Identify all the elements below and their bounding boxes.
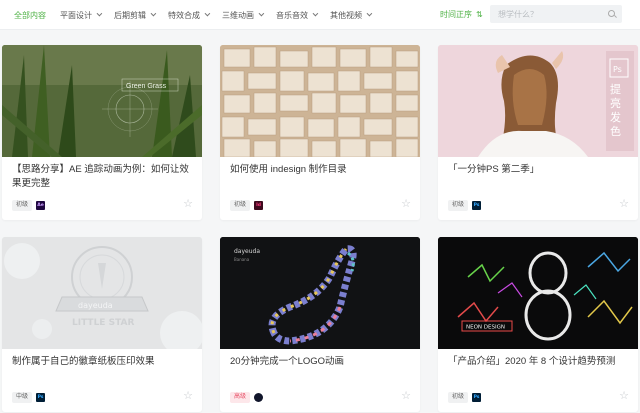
nav-item-music-sfx[interactable]: 音乐音效 xyxy=(276,10,319,21)
category-nav: 全部内容 平面设计 后期剪辑 特效合成 三维动画 音乐音效 其他视频 xyxy=(14,0,384,30)
logo-animation-image: dayeuda Banana xyxy=(220,237,420,349)
chevron-down-icon xyxy=(96,10,103,17)
svg-text:LITTLE STAR: LITTLE STAR xyxy=(72,318,134,328)
photoshop-icon: Ps xyxy=(472,392,482,402)
course-card[interactable]: dayeuda Banana 20分钟完成一个LOGO动画 高级 ☆ xyxy=(220,237,420,412)
thumb-caption: dayeuda xyxy=(234,248,260,255)
chevron-down-icon xyxy=(366,10,373,17)
books-pages-image xyxy=(220,45,420,157)
hair-woman-image: Ps 提 亮 发 色 xyxy=(438,45,638,157)
nav-item-all[interactable]: 全部内容 xyxy=(14,10,46,21)
sort-label: 时间正序 xyxy=(440,10,472,19)
indesign-icon: Id xyxy=(254,200,264,210)
level-badge: 高级 xyxy=(230,391,251,403)
course-thumbnail[interactable]: NEON DESIGN xyxy=(438,237,638,349)
chevron-down-icon xyxy=(204,10,211,17)
nav-item-vfx[interactable]: 特效合成 xyxy=(168,10,211,21)
course-thumbnail[interactable]: dayeuda LITTLE STAR xyxy=(2,237,202,349)
top-filter-bar: 全部内容 平面设计 后期剪辑 特效合成 三维动画 音乐音效 其他视频 时间正序 … xyxy=(0,0,640,30)
course-card[interactable]: NEON DESIGN 「产品介绍」2020 年 8 个设计趋势预测 初级 Ps… xyxy=(438,237,638,412)
course-meta: 初级 Ps xyxy=(448,391,482,403)
level-badge: 初级 xyxy=(448,199,469,211)
neon-design-image: NEON DESIGN xyxy=(438,237,638,349)
course-card[interactable]: dayeuda LITTLE STAR 制作属于自己的徽章纸板压印效果 中级 P… xyxy=(2,237,202,412)
grass-image: Green Grass xyxy=(2,45,202,157)
after-effects-icon: Ae xyxy=(36,200,46,210)
star-icon[interactable]: ☆ xyxy=(183,389,193,402)
nav-item-label: 平面设计 xyxy=(60,10,92,20)
search-input[interactable] xyxy=(498,9,602,19)
course-title[interactable]: 如何使用 indesign 制作目录 xyxy=(230,163,412,177)
course-meta: 高级 xyxy=(230,391,264,403)
star-icon[interactable]: ☆ xyxy=(619,389,629,402)
course-card[interactable]: Green Grass 【思路分享】AE 追踪动画为例：如何让效果更完整 初级 … xyxy=(2,45,202,220)
course-title[interactable]: 20分钟完成一个LOGO动画 xyxy=(230,355,412,369)
chevron-down-icon xyxy=(312,10,319,17)
star-icon[interactable]: ☆ xyxy=(619,197,629,210)
course-thumbnail[interactable]: dayeuda Banana xyxy=(220,237,420,349)
course-thumbnail[interactable]: Ps 提 亮 发 色 xyxy=(438,45,638,157)
sort-arrows-icon: ⇅ xyxy=(476,10,483,19)
course-meta: 中级 Ps xyxy=(12,391,46,403)
star-icon[interactable]: ☆ xyxy=(401,389,411,402)
level-badge: 初级 xyxy=(230,199,251,211)
chevron-down-icon xyxy=(150,10,157,17)
nav-item-label: 三维动画 xyxy=(222,10,254,20)
course-title[interactable]: 制作属于自己的徽章纸板压印效果 xyxy=(12,355,194,369)
svg-text:Banana: Banana xyxy=(234,257,250,262)
course-card[interactable]: 如何使用 indesign 制作目录 初级 Id ☆ xyxy=(220,45,420,220)
photoshop-icon: Ps xyxy=(36,392,46,402)
thumb-caption: NEON DESIGN xyxy=(466,325,505,331)
nav-item-graphic-design[interactable]: 平面设计 xyxy=(60,10,103,21)
sort-toggle[interactable]: 时间正序 ⇅ xyxy=(440,9,483,20)
course-title[interactable]: 【思路分享】AE 追踪动画为例：如何让效果更完整 xyxy=(12,163,194,191)
nav-item-label: 音乐音效 xyxy=(276,10,308,20)
nav-item-label: 全部内容 xyxy=(14,10,46,20)
search-box xyxy=(490,5,622,23)
svg-text:色: 色 xyxy=(610,124,621,138)
star-icon[interactable]: ☆ xyxy=(401,197,411,210)
course-meta: 初级 Id xyxy=(230,199,264,211)
level-badge: 初级 xyxy=(12,199,33,211)
svg-text:Ps: Ps xyxy=(613,65,622,74)
course-thumbnail[interactable] xyxy=(220,45,420,157)
course-title[interactable]: 「产品介绍」2020 年 8 个设计趋势预测 xyxy=(448,355,630,369)
level-badge: 初级 xyxy=(448,391,469,403)
svg-text:提: 提 xyxy=(610,83,621,96)
course-thumbnail[interactable]: Green Grass xyxy=(2,45,202,157)
nav-item-post-editing[interactable]: 后期剪辑 xyxy=(114,10,157,21)
embossed-badge-image: dayeuda LITTLE STAR xyxy=(2,237,202,349)
cinema4d-icon xyxy=(254,392,264,402)
nav-item-label: 其他视频 xyxy=(330,10,362,20)
nav-item-3d-animation[interactable]: 三维动画 xyxy=(222,10,265,21)
course-card[interactable]: Ps 提 亮 发 色 「一分钟PS 第二季」 初级 Ps ☆ xyxy=(438,45,638,220)
course-title[interactable]: 「一分钟PS 第二季」 xyxy=(448,163,630,177)
star-icon[interactable]: ☆ xyxy=(183,197,193,210)
nav-item-other-video[interactable]: 其他视频 xyxy=(330,10,373,21)
nav-item-label: 特效合成 xyxy=(168,10,200,20)
svg-text:dayeuda: dayeuda xyxy=(78,301,113,310)
nav-item-label: 后期剪辑 xyxy=(114,10,146,20)
chevron-down-icon xyxy=(258,10,265,17)
search-icon[interactable] xyxy=(608,10,615,17)
svg-text:亮: 亮 xyxy=(610,96,621,110)
photoshop-icon: Ps xyxy=(472,200,482,210)
thumb-caption: Green Grass xyxy=(126,83,167,90)
course-meta: 初级 Ae xyxy=(12,199,46,211)
level-badge: 中级 xyxy=(12,391,33,403)
svg-text:发: 发 xyxy=(610,110,621,124)
course-meta: 初级 Ps xyxy=(448,199,482,211)
